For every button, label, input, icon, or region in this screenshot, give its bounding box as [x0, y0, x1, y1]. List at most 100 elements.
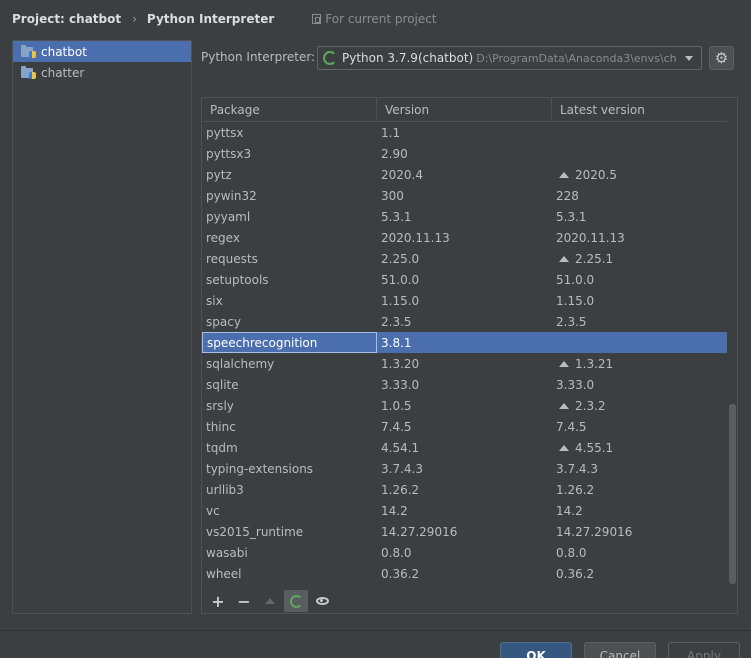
package-name: srsly: [206, 398, 234, 413]
package-latest-version: 2020.5: [552, 164, 727, 185]
package-name: spacy: [206, 314, 241, 329]
latest-version-text: 2.3.2: [575, 398, 606, 413]
package-version: 0.36.2: [381, 566, 420, 581]
tree-item-chatbot[interactable]: chatbot: [13, 41, 191, 62]
package-latest-version: 3.7.4.3: [552, 458, 727, 479]
package-latest-version: 14.27.29016: [552, 521, 727, 542]
table-row[interactable]: sqlite 3.33.0 3.33.0: [202, 374, 727, 395]
package-toolbar: + −: [202, 588, 737, 613]
use-conda-button[interactable]: [284, 590, 308, 612]
package-version: 51.0.0: [381, 272, 420, 287]
table-row[interactable]: setuptools 51.0.0 51.0.0: [202, 269, 727, 290]
package-version: 1.15.0: [381, 293, 420, 308]
column-header-version[interactable]: Version: [377, 98, 552, 121]
package-version: 3.33.0: [381, 377, 420, 392]
package-latest-version: 1.26.2: [552, 479, 727, 500]
package-version: 14.27.29016: [381, 524, 458, 539]
package-version: 1.0.5: [381, 398, 412, 413]
scrollbar-thumb[interactable]: [729, 404, 736, 584]
chevron-down-icon[interactable]: [677, 47, 701, 69]
tree-item-label: chatter: [41, 65, 85, 80]
package-name: pyttsx3: [206, 146, 252, 161]
table-row[interactable]: six 1.15.0 1.15.0: [202, 290, 727, 311]
package-name: typing-extensions: [206, 461, 314, 476]
package-version: 7.4.5: [381, 419, 412, 434]
column-header-latest-version[interactable]: Latest version: [552, 98, 727, 121]
package-name: setuptools: [206, 272, 269, 287]
package-name: regex: [206, 230, 240, 245]
package-latest-version: 2020.11.13: [552, 227, 727, 248]
latest-version-text: 4.55.1: [575, 440, 614, 455]
table-row[interactable]: regex 2020.11.13 2020.11.13: [202, 227, 727, 248]
package-version: 1.26.2: [381, 482, 420, 497]
table-row[interactable]: pytz 2020.4 2020.5: [202, 164, 727, 185]
package-name: wasabi: [206, 545, 248, 560]
table-row[interactable]: tqdm 4.54.1 4.55.1: [202, 437, 727, 458]
table-row[interactable]: vc 14.2 14.2: [202, 500, 727, 521]
python-project-icon: [21, 66, 36, 79]
package-latest-version: 2.3.5: [552, 311, 727, 332]
tree-item-label: chatbot: [41, 44, 87, 59]
package-name: requests: [206, 251, 258, 266]
table-row[interactable]: pywin32 300 228: [202, 185, 727, 206]
package-name: sqlite: [206, 377, 239, 392]
package-latest-version: 0.8.0: [552, 542, 727, 563]
scope-label: For current project: [325, 12, 437, 26]
table-row[interactable]: srsly 1.0.5 2.3.2: [202, 395, 727, 416]
column-header-package[interactable]: Package: [202, 98, 377, 121]
table-body: pyttsx 1.1 pyttsx3 2.90 pytz 2020.4 2020.5 pywi…: [202, 122, 727, 584]
latest-version-text: 0.36.2: [556, 566, 595, 581]
interpreter-name: Python 3.7.9(chatbot): [342, 51, 474, 65]
tree-item-chatter[interactable]: chatter: [13, 62, 191, 83]
table-row[interactable]: thinc 7.4.5 7.4.5: [202, 416, 727, 437]
cancel-button[interactable]: Cancel: [584, 642, 656, 658]
triangle-up-icon: [559, 444, 569, 451]
ok-button[interactable]: OK: [500, 642, 572, 658]
package-name: wheel: [206, 566, 242, 581]
table-row[interactable]: wheel 0.36.2 0.36.2: [202, 563, 727, 584]
triangle-up-icon: [559, 360, 569, 367]
add-package-button[interactable]: +: [206, 590, 230, 612]
remove-package-button[interactable]: −: [232, 590, 256, 612]
apply-button[interactable]: Apply: [668, 642, 740, 658]
table-row[interactable]: requests 2.25.0 2.25.1: [202, 248, 727, 269]
table-row[interactable]: sqlalchemy 1.3.20 1.3.21: [202, 353, 727, 374]
latest-version-text: 51.0.0: [556, 272, 595, 287]
package-version: 5.3.1: [381, 209, 412, 224]
package-name: tqdm: [206, 440, 238, 455]
upgrade-package-button[interactable]: [258, 590, 282, 612]
package-version: 4.54.1: [381, 440, 420, 455]
package-version: 2.90: [381, 146, 408, 161]
triangle-up-icon: [559, 402, 569, 409]
spinner-icon: [323, 51, 337, 65]
package-version: 1.1: [381, 125, 401, 140]
package-version: 2020.11.13: [381, 230, 450, 245]
table-row[interactable]: spacy 2.3.5 2.3.5: [202, 311, 727, 332]
package-name: pyttsx: [206, 125, 244, 140]
settings-button[interactable]: ⚙: [709, 46, 734, 70]
table-row[interactable]: typing-extensions 3.7.4.3 3.7.4.3: [202, 458, 727, 479]
table-row[interactable]: wasabi 0.8.0 0.8.0: [202, 542, 727, 563]
table-row[interactable]: pyttsx3 2.90: [202, 143, 727, 164]
vertical-scrollbar[interactable]: [728, 122, 737, 586]
package-name: pytz: [206, 167, 232, 182]
copy-icon: [312, 14, 322, 24]
show-early-releases-button[interactable]: [310, 590, 334, 612]
table-row[interactable]: pyyaml 5.3.1 5.3.1: [202, 206, 727, 227]
package-name: speechrecognition: [202, 332, 377, 353]
table-row[interactable]: pyttsx 1.1: [202, 122, 727, 143]
table-row[interactable]: speechrecognition 3.8.1: [202, 332, 727, 353]
eye-icon: [315, 597, 329, 605]
triangle-up-icon: [559, 171, 569, 178]
table-row[interactable]: urllib3 1.26.2 1.26.2: [202, 479, 727, 500]
interpreter-dropdown[interactable]: Python 3.7.9(chatbot) D:\ProgramData\Ana…: [317, 46, 702, 70]
package-version: 1.3.20: [381, 356, 420, 371]
breadcrumb-project: Project: chatbot: [12, 12, 122, 26]
package-latest-version: 7.4.5: [552, 416, 727, 437]
table-row[interactable]: vs2015_runtime 14.27.29016 14.27.29016: [202, 521, 727, 542]
latest-version-text: 1.26.2: [556, 482, 595, 497]
package-version: 3.8.1: [381, 335, 412, 350]
package-latest-version: 2.3.2: [552, 395, 727, 416]
latest-version-text: 5.3.1: [556, 209, 587, 224]
package-version: 3.7.4.3: [381, 461, 423, 476]
